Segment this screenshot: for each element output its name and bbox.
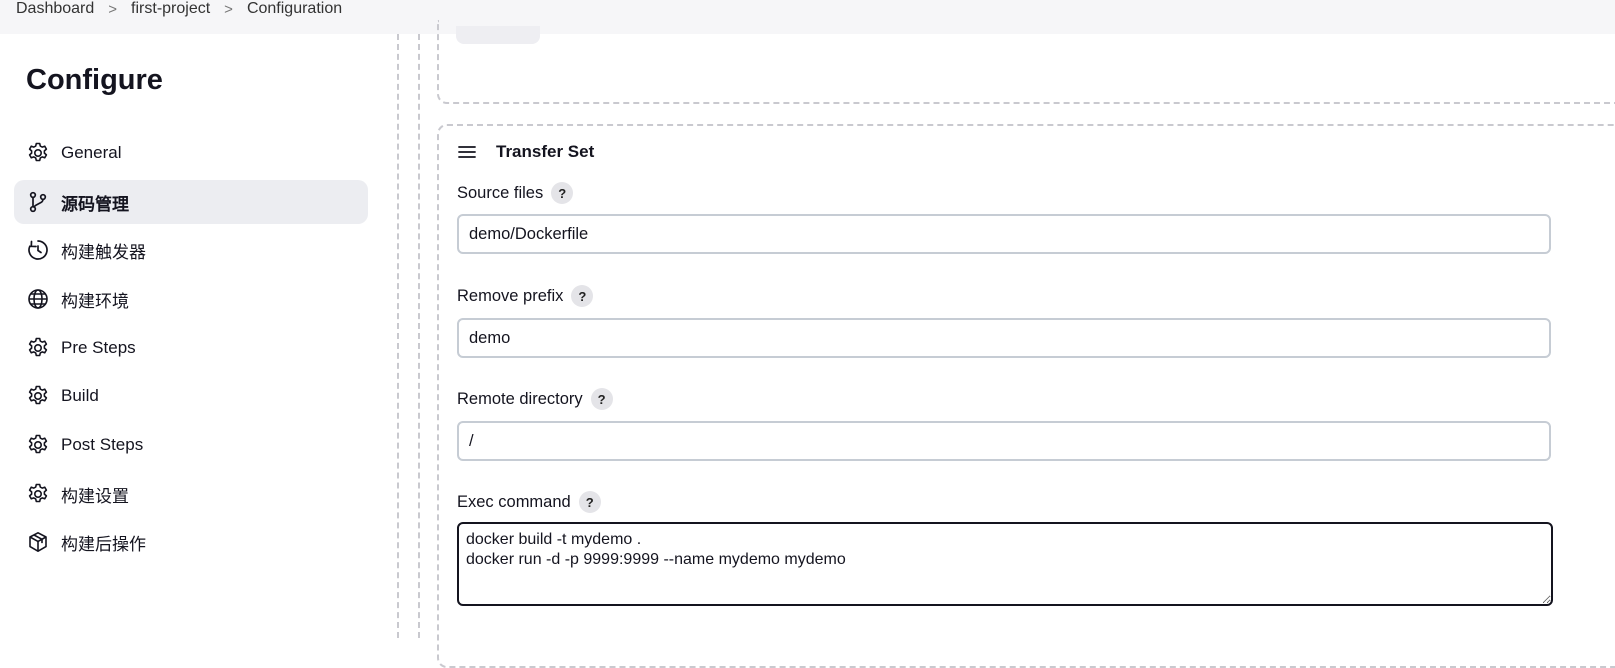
section-divider [418,34,420,638]
sidebar-item-label: 构建环境 [61,291,129,311]
sidebar-item-post-build-actions[interactable]: 构建后操作 [14,520,368,564]
sidebar-item-label: 构建触发器 [61,242,146,262]
remote-directory-label-text: Remote directory [457,389,583,408]
breadcrumb-separator-icon: > [108,0,118,18]
source-files-label: Source files ? [457,182,574,204]
sidebar-item-label: Build [61,386,99,405]
card-title: Transfer Set [496,142,595,161]
gear-icon [25,481,51,507]
sidebar-item-label: 源码管理 [61,194,129,214]
gear-icon [25,432,51,458]
sidebar-item-label: General [61,143,122,162]
breadcrumb: Dashboard > first-project > Configuratio… [16,0,342,19]
sidebar-item-source-control[interactable]: 源码管理 [14,180,368,224]
sidebar-item-post-steps[interactable]: Post Steps [14,423,368,467]
sidebar-item-label: 构建后操作 [61,534,146,554]
sidebar-item-build-triggers[interactable]: 构建触发器 [14,228,368,272]
source-branch-icon [25,189,51,215]
clock-trigger-icon [25,237,51,263]
source-files-input[interactable] [457,214,1551,254]
previous-card-button[interactable] [456,26,540,44]
sidebar-item-pre-steps[interactable]: Pre Steps [14,326,368,370]
card-header: Transfer Set [457,142,594,162]
exec-command-label: Exec command ? [457,491,601,513]
sidebar-item-general[interactable]: General [14,131,368,175]
sidebar-item-build-environment[interactable]: 构建环境 [14,277,368,321]
sidebar-item-build[interactable]: Build [14,374,368,418]
drag-handle-icon[interactable] [457,142,477,162]
package-icon [25,529,51,555]
gear-icon [25,383,51,409]
help-icon[interactable]: ? [551,182,574,204]
gear-icon [25,140,51,166]
globe-icon [25,286,51,312]
breadcrumb-dashboard[interactable]: Dashboard [16,0,94,18]
remove-prefix-label-text: Remove prefix [457,286,564,305]
sidebar-item-label: Pre Steps [61,338,136,357]
sidebar-divider [397,34,399,638]
help-icon[interactable]: ? [590,388,613,410]
breadcrumb-first-project[interactable]: first-project [131,0,210,18]
gear-icon [25,335,51,361]
help-icon[interactable]: ? [578,491,601,513]
help-icon[interactable]: ? [571,285,594,307]
sidebar-item-label: 构建设置 [61,486,129,506]
breadcrumb-separator-icon: > [224,0,233,18]
page-title: Configure [26,64,163,96]
remote-directory-input[interactable] [457,421,1551,461]
sidebar-item-build-settings[interactable]: 构建设置 [14,472,368,516]
transfer-set-card: Transfer Set Source files ? Remove prefi… [437,124,1615,668]
sidebar: Configure General 源码管理 构建触发器 构建环境 Pre St… [0,34,392,638]
remove-prefix-input[interactable] [457,318,1551,358]
remote-directory-label: Remote directory ? [457,388,613,410]
remove-prefix-label: Remove prefix ? [457,285,594,307]
source-files-label-text: Source files [457,183,544,202]
exec-command-label-text: Exec command [457,492,571,511]
breadcrumb-configuration[interactable]: Configuration [247,0,342,18]
sidebar-item-label: Post Steps [61,435,144,454]
previous-card [437,20,1615,104]
exec-command-textarea[interactable]: docker build -t mydemo . docker run -d -… [457,522,1553,606]
